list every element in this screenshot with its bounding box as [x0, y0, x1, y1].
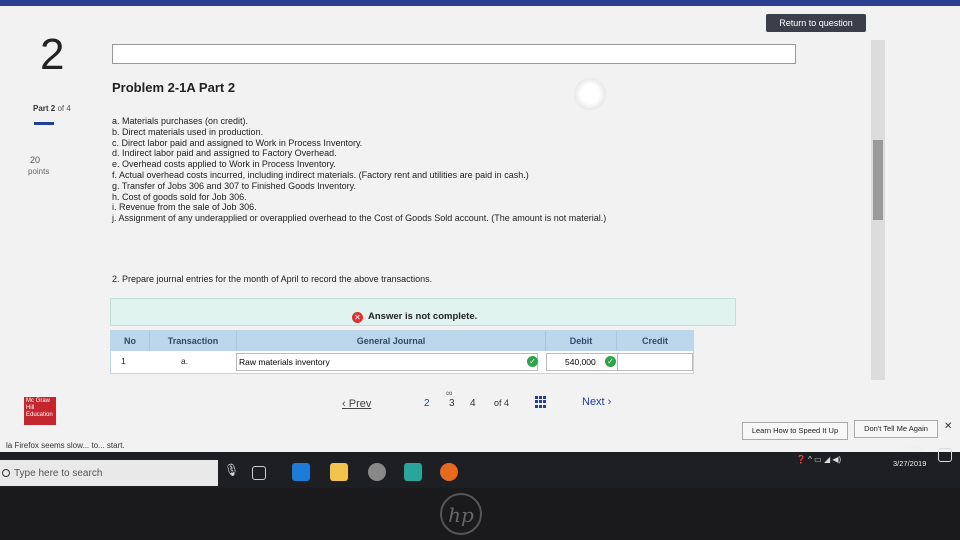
return-to-question-button[interactable]: Return to question: [766, 14, 866, 32]
page-2-link[interactable]: 2: [424, 398, 430, 409]
row-no: 1: [121, 356, 126, 366]
app-icon[interactable]: [368, 463, 386, 481]
row-transaction: a.: [181, 356, 189, 366]
transaction-item: i. Revenue from the sale of Job 306.: [112, 202, 257, 213]
problem-title: Problem 2-1A Part 2: [112, 80, 236, 95]
firefox-notification-text: la Firefox seems slow... to... start.: [6, 441, 125, 450]
col-header-credit: Credit: [617, 331, 693, 351]
mcgraw-hill-logo: Mc Graw Hill Education: [24, 397, 56, 425]
edge-browser-icon[interactable]: [292, 463, 310, 481]
next-button[interactable]: Next ›: [582, 396, 611, 408]
file-explorer-icon[interactable]: [330, 463, 348, 481]
next-label: Next: [582, 396, 605, 408]
part-indicator: Part 2 of 4: [33, 104, 71, 113]
grid-view-icon[interactable]: [535, 396, 547, 408]
dont-tell-button[interactable]: Don't Tell Me Again: [854, 420, 938, 438]
account-correct-check-icon: ✓: [527, 356, 538, 367]
question-number: 2: [40, 30, 65, 79]
clock-time[interactable]: 7:49 PM: [896, 444, 924, 453]
transaction-item: h. Cost of goods sold for Job 306.: [112, 191, 247, 202]
browser-screen: Return to question 2 Part 2 of 4 20 poin…: [0, 0, 960, 452]
col-header-transaction: Transaction: [150, 331, 237, 351]
transaction-item: b. Direct materials used in production.: [112, 126, 264, 137]
part-label: Part 2: [33, 104, 56, 113]
col-header-no: No: [111, 331, 150, 351]
transaction-list: a. Materials purchases (on credit). b. D…: [112, 116, 606, 224]
part-of-label: of 4: [57, 104, 71, 113]
close-notification-icon[interactable]: ✕: [944, 421, 952, 432]
screen-glare: [574, 78, 606, 110]
transaction-item: j. Assignment of any underapplied or ove…: [112, 213, 607, 224]
page-4-link[interactable]: 4: [470, 398, 476, 409]
transaction-item: f. Actual overhead costs incurred, inclu…: [112, 169, 529, 180]
page-3-link[interactable]: 3: [449, 398, 455, 409]
prev-button[interactable]: ‹ Prev: [342, 398, 371, 410]
col-header-general-journal: General Journal: [237, 331, 546, 351]
debit-correct-check-icon: ✓: [605, 356, 616, 367]
scrollbar-thumb[interactable]: [873, 140, 883, 220]
learn-speed-button[interactable]: Learn How to Speed It Up: [742, 422, 848, 440]
points-label: points: [28, 167, 50, 176]
page-count: of 4: [494, 398, 510, 408]
prev-label: Prev: [348, 398, 372, 410]
instruction-text: 2. Prepare journal entries for the month…: [112, 274, 433, 284]
top-accent-bar: [0, 0, 960, 6]
store-icon[interactable]: [404, 463, 422, 481]
microphone-icon[interactable]: 🎙: [224, 463, 239, 481]
col-header-debit: Debit: [546, 331, 617, 351]
answer-status: Answer is not complete.: [354, 311, 477, 322]
hp-logo: hp: [440, 493, 482, 535]
journal-table: No Transaction General Journal Debit Cre…: [110, 330, 694, 374]
system-tray[interactable]: ❓ ^ ▭ ◢ ◀): [796, 455, 841, 464]
transaction-item: e. Overhead costs applied to Work in Pro…: [112, 159, 336, 170]
transaction-item: a. Materials purchases (on credit).: [112, 116, 249, 126]
transaction-item: c. Direct labor paid and assigned to Wor…: [112, 137, 363, 148]
part-progress-bar: [34, 122, 54, 125]
header-input-field[interactable]: [112, 44, 796, 64]
transaction-item: g. Transfer of Jobs 306 and 307 to Finis…: [112, 180, 356, 191]
account-select[interactable]: Raw materials inventory: [236, 353, 538, 371]
transaction-item: d. Indirect labor paid and assigned to F…: [112, 148, 337, 159]
answer-status-text: Answer is not complete.: [368, 311, 478, 322]
firefox-icon[interactable]: [440, 463, 458, 481]
task-view-icon[interactable]: [252, 466, 266, 480]
search-icon: [2, 469, 10, 477]
account-value: Raw materials inventory: [239, 357, 330, 367]
link-icon: ∞: [446, 388, 453, 398]
notification-center-icon[interactable]: [938, 448, 952, 462]
debit-value: 540,000: [565, 357, 596, 367]
points-value: 20: [30, 155, 41, 165]
credit-input[interactable]: [617, 353, 693, 371]
search-placeholder: Type here to search: [14, 468, 103, 479]
clock-date[interactable]: 3/27/2019: [893, 459, 926, 468]
